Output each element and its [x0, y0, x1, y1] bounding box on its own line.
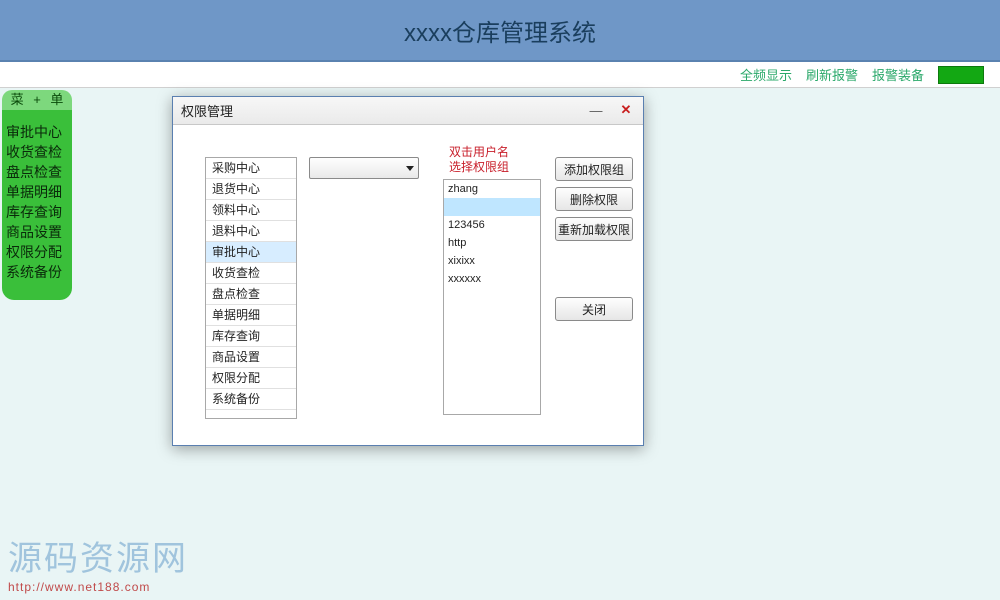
module-row[interactable]: 库存查询	[206, 326, 296, 347]
full-screen-link[interactable]: 全频显示	[740, 65, 792, 84]
user-row[interactable]: 123456	[444, 216, 540, 234]
module-row[interactable]: 系统备份	[206, 389, 296, 410]
dialog-title: 权限管理	[181, 101, 233, 120]
watermark: 源码资源网 http://www.net188.com	[8, 531, 188, 594]
sidebar-item[interactable]: 收货查检	[6, 142, 68, 162]
app-title: xxxx仓库管理系统	[404, 13, 596, 48]
sidebar: 菜 + 单 审批中心收货查检盘点检查单据明细库存查询商品设置权限分配系统备份	[2, 90, 72, 300]
module-row[interactable]: 领料中心	[206, 200, 296, 221]
sidebar-header: 菜 + 单	[2, 90, 72, 110]
user-row[interactable]: xixixx	[444, 252, 540, 270]
alarm-device-link[interactable]: 报警装备	[872, 65, 924, 84]
module-row[interactable]: 采购中心	[206, 158, 296, 179]
module-row[interactable]: 商品设置	[206, 347, 296, 368]
user-row[interactable]: http	[444, 234, 540, 252]
reload-permission-button[interactable]: 重新加载权限	[555, 217, 633, 241]
chevron-down-icon	[406, 166, 414, 171]
dialog-titlebar[interactable]: 权限管理 — ✕	[173, 97, 643, 125]
sidebar-item[interactable]: 库存查询	[6, 202, 68, 222]
module-row[interactable]: 退货中心	[206, 179, 296, 200]
user-list[interactable]: zhang 123456httpxixixxxxxxxx	[443, 179, 541, 415]
sidebar-item[interactable]: 审批中心	[6, 122, 68, 142]
top-link-bar: 全频显示 刷新报警 报警装备	[0, 62, 1000, 88]
module-row[interactable]: 单据明细	[206, 305, 296, 326]
module-row[interactable]: 盘点检查	[206, 284, 296, 305]
module-row[interactable]: 收货查检	[206, 263, 296, 284]
module-row[interactable]: 审批中心	[206, 242, 296, 263]
alarm-indicator	[938, 66, 984, 84]
module-row[interactable]: 权限分配	[206, 368, 296, 389]
hint-text: 双击用户名 选择权限组	[449, 145, 549, 175]
close-button[interactable]: 关闭	[555, 297, 633, 321]
add-group-button[interactable]: 添加权限组	[555, 157, 633, 181]
permission-dialog: 权限管理 — ✕ 采购中心退货中心领料中心退料中心审批中心收货查检盘点检查单据明…	[172, 96, 644, 446]
app-banner: xxxx仓库管理系统	[0, 0, 1000, 62]
user-row[interactable]	[444, 198, 540, 216]
sidebar-item[interactable]: 权限分配	[6, 242, 68, 262]
user-row[interactable]: xxxxxx	[444, 270, 540, 288]
sidebar-item[interactable]: 盘点检查	[6, 162, 68, 182]
group-dropdown[interactable]	[309, 157, 419, 179]
close-icon[interactable]: ✕	[615, 101, 637, 119]
module-row[interactable]: 退料中心	[206, 221, 296, 242]
sidebar-item[interactable]: 商品设置	[6, 222, 68, 242]
delete-permission-button[interactable]: 删除权限	[555, 187, 633, 211]
minimize-icon[interactable]: —	[585, 101, 607, 119]
user-row[interactable]: zhang	[444, 180, 540, 198]
sidebar-item[interactable]: 系统备份	[6, 262, 68, 282]
sidebar-item[interactable]: 单据明细	[6, 182, 68, 202]
refresh-alarm-link[interactable]: 刷新报警	[806, 65, 858, 84]
module-list[interactable]: 采购中心退货中心领料中心退料中心审批中心收货查检盘点检查单据明细库存查询商品设置…	[205, 157, 297, 419]
